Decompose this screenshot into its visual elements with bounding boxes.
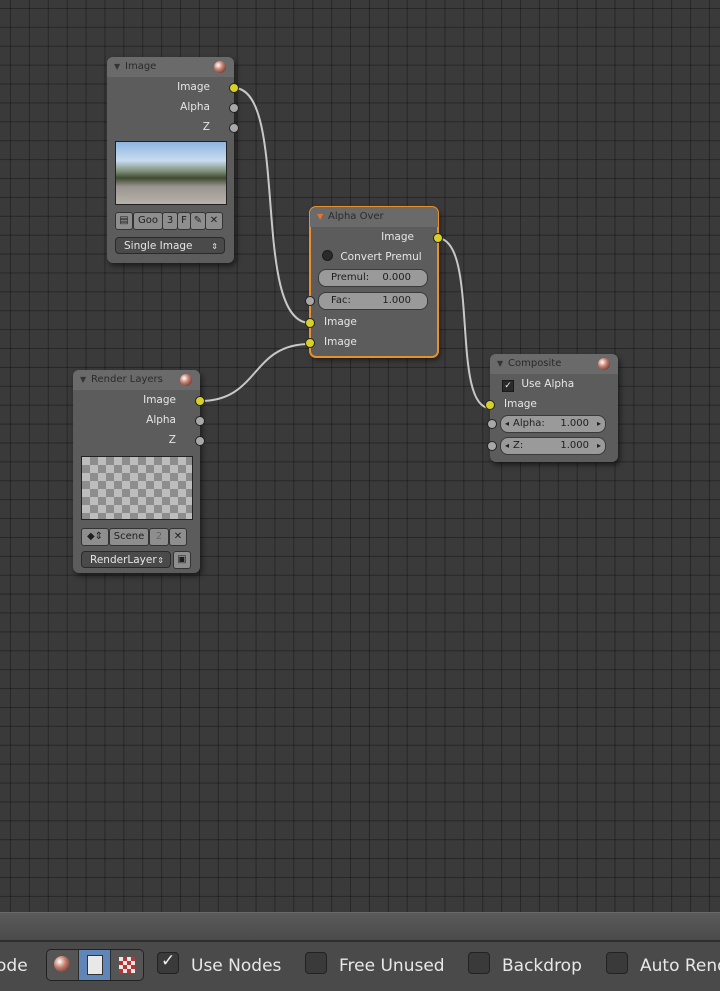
image-fake-user-button[interactable]: F	[177, 212, 191, 230]
output-image: Image	[310, 227, 443, 247]
node-editor-toolbar: ode ✓ Use Nodes Free Unused Backdrop Aut…	[0, 940, 720, 991]
socket-icon[interactable]	[433, 233, 443, 243]
socket-icon[interactable]	[305, 338, 315, 348]
scene-name-field[interactable]: Scene	[109, 528, 149, 546]
collapse-icon[interactable]: ▼	[497, 354, 503, 374]
preview-sphere-icon[interactable]	[214, 61, 226, 73]
right-arrow-icon: ▸	[596, 441, 601, 450]
input-image: Image	[485, 394, 618, 414]
updown-icon: ⇕	[157, 556, 164, 565]
output-alpha: Alpha	[73, 410, 205, 430]
scroll-region[interactable]	[0, 912, 720, 941]
render-layer-select[interactable]: RenderLayer ⇕	[81, 551, 171, 568]
right-arrow-icon: ▸	[596, 419, 601, 428]
render-layers-node[interactable]: ▼ Render Layers Image Alpha Z ◆⇕ Scene 2…	[73, 370, 205, 573]
socket-icon[interactable]	[305, 318, 315, 328]
backdrop-checkbox[interactable]	[468, 952, 490, 974]
z-field[interactable]: ◂ Z: 1.000 ▸	[487, 437, 606, 455]
convert-premul-toggle[interactable]: Convert Premul	[310, 247, 438, 267]
image-unlink-icon[interactable]: ✕	[205, 212, 223, 230]
collapse-icon[interactable]: ▼	[317, 207, 323, 227]
image-source-select[interactable]: Single Image ⇕	[115, 237, 225, 254]
shader-nodes-icon[interactable]	[47, 950, 79, 980]
alpha-over-header[interactable]: ▼ Alpha Over	[310, 207, 438, 227]
scene-unlink-icon[interactable]: ✕	[169, 528, 187, 546]
socket-icon[interactable]	[195, 396, 205, 406]
socket-icon[interactable]	[229, 123, 239, 133]
use-nodes-label: Use Nodes	[191, 956, 282, 976]
render-icon[interactable]: ▣	[173, 551, 191, 569]
image-name-field[interactable]: Goo	[133, 212, 163, 230]
free-unused-checkbox[interactable]	[305, 952, 327, 974]
input-image-2: Image	[305, 332, 438, 352]
socket-icon[interactable]	[195, 416, 205, 426]
render-layers-header[interactable]: ▼ Render Layers	[73, 370, 200, 390]
socket-icon[interactable]	[195, 436, 205, 446]
free-unused-label: Free Unused	[339, 956, 445, 976]
socket-icon[interactable]	[487, 419, 497, 429]
composite-node[interactable]: ▼ Composite ✓ Use Alpha Image ◂ Alpha: 1…	[485, 354, 618, 462]
output-z: Z	[73, 430, 205, 450]
left-arrow-icon: ◂	[505, 441, 510, 450]
left-arrow-icon: ◂	[505, 419, 510, 428]
updown-icon: ⇕	[211, 242, 218, 251]
compositing-nodes-icon[interactable]	[79, 950, 111, 980]
input-image-1: Image	[305, 312, 438, 332]
image-datablock-row: ▤ Goo 3 F ✎ ✕	[115, 212, 225, 230]
image-open-icon[interactable]: ✎	[190, 212, 206, 230]
collapse-icon[interactable]: ▼	[80, 370, 86, 390]
output-z: Z	[107, 117, 239, 137]
scene-users-count[interactable]: 2	[149, 528, 169, 546]
preview-sphere-icon[interactable]	[598, 358, 610, 370]
checkbox-icon: ✓	[502, 380, 514, 392]
backdrop-label: Backdrop	[502, 956, 582, 976]
radio-icon	[322, 250, 333, 261]
socket-icon[interactable]	[487, 441, 497, 451]
mode-label[interactable]: ode	[0, 953, 28, 979]
auto-render-label: Auto Rend	[640, 956, 720, 976]
alpha-over-node[interactable]: ▼ Alpha Over Image Convert Premul Premul…	[305, 206, 443, 358]
node-title: Composite	[508, 358, 562, 369]
socket-icon[interactable]	[229, 83, 239, 93]
premul-field[interactable]: Premul: 0.000	[318, 269, 428, 287]
image-browse-icon[interactable]: ▤	[115, 212, 133, 230]
socket-icon[interactable]	[229, 103, 239, 113]
texture-nodes-icon[interactable]	[111, 950, 143, 980]
node-title: Image	[125, 61, 157, 72]
alpha-field[interactable]: ◂ Alpha: 1.000 ▸	[487, 415, 606, 433]
preview-sphere-icon[interactable]	[180, 374, 192, 386]
image-users-count[interactable]: 3	[162, 212, 178, 230]
collapse-icon[interactable]: ▼	[114, 57, 120, 77]
node-title: Alpha Over	[328, 211, 384, 222]
node-title: Render Layers	[91, 374, 163, 385]
composite-header[interactable]: ▼ Composite	[490, 354, 618, 374]
scene-datablock-row: ◆⇕ Scene 2 ✕	[81, 528, 191, 546]
use-alpha-checkbox[interactable]: ✓ Use Alpha	[490, 374, 618, 394]
scene-browse-icon[interactable]: ◆⇕	[81, 528, 109, 546]
render-preview-checker	[81, 456, 193, 520]
checkmark-icon: ✓	[161, 951, 176, 971]
node-tree-type-buttons	[46, 949, 144, 981]
fac-field[interactable]: Fac: 1.000	[305, 292, 428, 310]
auto-render-checkbox[interactable]	[606, 952, 628, 974]
image-node[interactable]: ▼ Image Image Alpha Z ▤ Goo 3 F ✎ ✕ Sing…	[107, 57, 239, 263]
image-preview	[115, 141, 227, 205]
output-image: Image	[73, 390, 205, 410]
use-nodes-checkbox[interactable]: ✓	[157, 951, 179, 974]
image-node-header[interactable]: ▼ Image	[107, 57, 234, 77]
socket-icon[interactable]	[485, 400, 495, 410]
output-image: Image	[107, 77, 239, 97]
socket-icon[interactable]	[305, 296, 315, 306]
output-alpha: Alpha	[107, 97, 239, 117]
